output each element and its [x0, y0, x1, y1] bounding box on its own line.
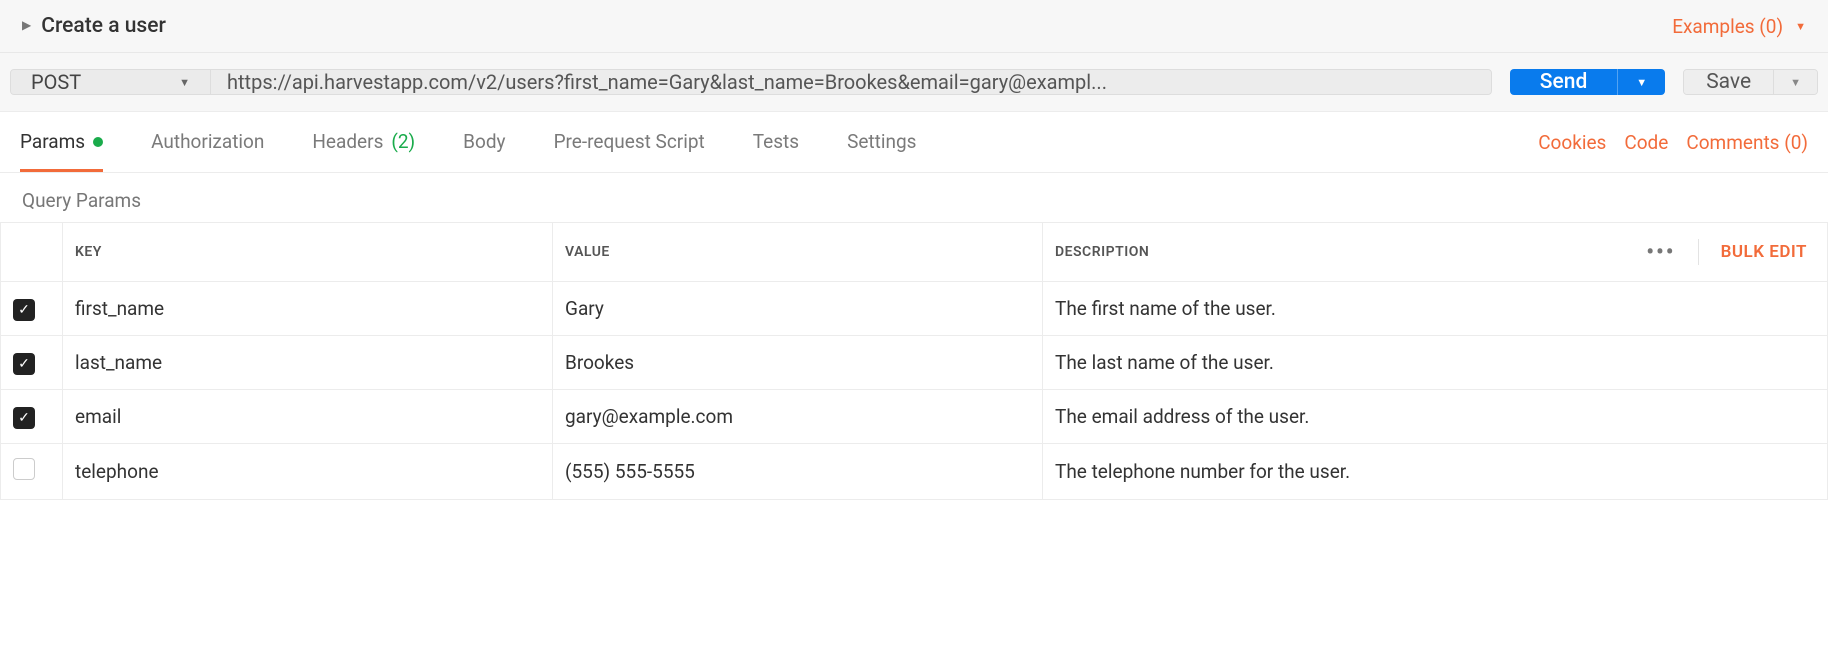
- col-value-header: VALUE: [553, 223, 1043, 282]
- col-description-header: DESCRIPTION ••• Bulk Edit: [1043, 223, 1828, 282]
- tabs-left: Params Authorization Headers (2) Body Pr…: [20, 112, 916, 172]
- tab-label: Pre-request Script: [554, 130, 705, 153]
- row-checkbox[interactable]: [13, 458, 35, 480]
- comments-link[interactable]: Comments (0): [1686, 131, 1808, 154]
- tab-label: Settings: [847, 130, 916, 153]
- params-table: KEY VALUE DESCRIPTION ••• Bulk Edit ✓ fi…: [0, 222, 1828, 500]
- save-dropdown-button[interactable]: ▼: [1773, 70, 1817, 94]
- param-value-cell[interactable]: Gary: [553, 282, 1043, 336]
- query-params-heading: Query Params: [0, 173, 1828, 222]
- tab-label: Authorization: [151, 130, 264, 153]
- table-header-row: KEY VALUE DESCRIPTION ••• Bulk Edit: [1, 223, 1828, 282]
- row-checkbox[interactable]: ✓: [13, 299, 35, 321]
- param-desc-cell[interactable]: The last name of the user.: [1043, 336, 1828, 390]
- method-url-group: POST ▼ https://api.harvestapp.com/v2/use…: [10, 69, 1492, 95]
- request-bar-wrap: POST ▼ https://api.harvestapp.com/v2/use…: [0, 53, 1828, 112]
- param-key-cell[interactable]: email: [63, 390, 553, 444]
- row-checkbox[interactable]: ✓: [13, 407, 35, 429]
- chevron-down-icon: ▼: [1795, 20, 1806, 33]
- cookies-link[interactable]: Cookies: [1538, 131, 1606, 154]
- param-value-cell[interactable]: (555) 555-5555: [553, 444, 1043, 500]
- description-label: DESCRIPTION: [1055, 244, 1149, 260]
- tab-body[interactable]: Body: [463, 112, 505, 172]
- param-desc-cell[interactable]: The first name of the user.: [1043, 282, 1828, 336]
- tab-settings[interactable]: Settings: [847, 112, 916, 172]
- method-select[interactable]: POST ▼: [11, 70, 211, 94]
- tab-label: Body: [463, 130, 505, 153]
- divider: [1698, 239, 1699, 265]
- param-desc-cell[interactable]: The email address of the user.: [1043, 390, 1828, 444]
- header-left: ▶ Create a user: [22, 14, 166, 38]
- collapse-icon[interactable]: ▶: [22, 18, 31, 32]
- tab-label: Tests: [753, 130, 799, 153]
- active-dot-icon: [93, 137, 103, 147]
- col-checkbox-header: [1, 223, 63, 282]
- request-title: Create a user: [41, 14, 166, 38]
- url-input[interactable]: https://api.harvestapp.com/v2/users?firs…: [211, 70, 1491, 94]
- send-dropdown-button[interactable]: ▼: [1617, 69, 1665, 95]
- bulk-edit-link[interactable]: Bulk Edit: [1721, 242, 1815, 262]
- more-icon[interactable]: •••: [1646, 240, 1675, 265]
- row-checkbox[interactable]: ✓: [13, 353, 35, 375]
- request-header: ▶ Create a user Examples (0) ▼: [0, 0, 1828, 53]
- code-link[interactable]: Code: [1624, 131, 1668, 154]
- tab-pre-request-script[interactable]: Pre-request Script: [554, 112, 705, 172]
- col-key-header: KEY: [63, 223, 553, 282]
- param-key-cell[interactable]: first_name: [63, 282, 553, 336]
- request-bar: POST ▼ https://api.harvestapp.com/v2/use…: [10, 69, 1818, 95]
- save-button-group: Save ▼: [1683, 69, 1818, 95]
- send-button[interactable]: Send: [1510, 69, 1618, 95]
- param-desc-cell[interactable]: The telephone number for the user.: [1043, 444, 1828, 500]
- tab-params[interactable]: Params: [20, 112, 103, 172]
- tab-tests[interactable]: Tests: [753, 112, 799, 172]
- param-value-cell[interactable]: Brookes: [553, 336, 1043, 390]
- tab-count: (2): [391, 130, 415, 153]
- param-key-cell[interactable]: last_name: [63, 336, 553, 390]
- chevron-down-icon: ▼: [1636, 76, 1647, 89]
- table-row: ✓ first_name Gary The first name of the …: [1, 282, 1828, 336]
- chevron-down-icon: ▼: [179, 76, 190, 89]
- chevron-down-icon: ▼: [1790, 76, 1801, 89]
- send-button-group: Send ▼: [1510, 69, 1665, 95]
- table-row: telephone (555) 555-5555 The telephone n…: [1, 444, 1828, 500]
- examples-dropdown[interactable]: Examples (0) ▼: [1672, 15, 1806, 38]
- tab-label: Params: [20, 130, 85, 153]
- tab-label: Headers: [312, 130, 383, 153]
- tabs-row: Params Authorization Headers (2) Body Pr…: [0, 112, 1828, 173]
- method-value: POST: [31, 70, 81, 94]
- param-value-cell[interactable]: gary@example.com: [553, 390, 1043, 444]
- table-row: ✓ email gary@example.com The email addre…: [1, 390, 1828, 444]
- tab-authorization[interactable]: Authorization: [151, 112, 264, 172]
- examples-label: Examples (0): [1672, 15, 1783, 38]
- tab-headers[interactable]: Headers (2): [312, 112, 415, 172]
- table-row: ✓ last_name Brookes The last name of the…: [1, 336, 1828, 390]
- save-button[interactable]: Save: [1684, 70, 1773, 94]
- tabs-right: Cookies Code Comments (0): [1538, 131, 1808, 154]
- param-key-cell[interactable]: telephone: [63, 444, 553, 500]
